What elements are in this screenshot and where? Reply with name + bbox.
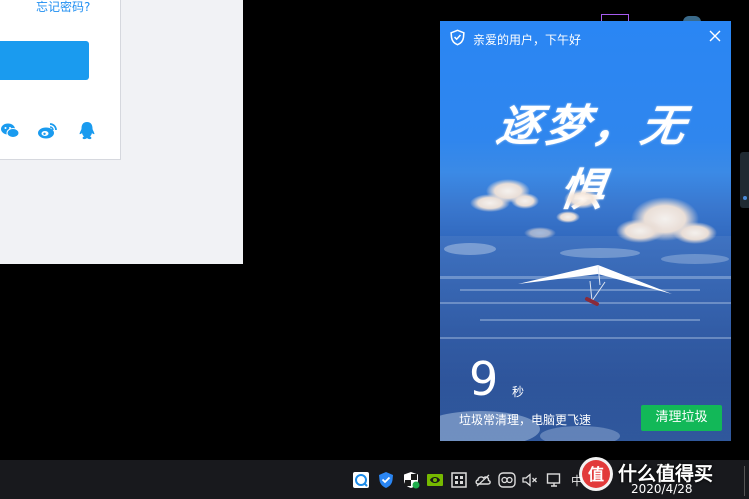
cleanup-popup: 亲爱的用户，下午好 逐梦，无惧 9 秒 垃圾常清理，电脑更飞速 清理垃圾	[440, 21, 731, 441]
login-button[interactable]	[0, 41, 89, 80]
popup-header: 亲爱的用户，下午好	[440, 21, 731, 55]
login-dialog: 忘记密码?	[0, 0, 243, 264]
app-grid-icon[interactable]	[450, 471, 468, 489]
greeting-text: 亲爱的用户，下午好	[473, 33, 582, 47]
login-panel: 忘记密码?	[0, 0, 121, 160]
watermark-text: 什么值得买	[618, 463, 714, 485]
close-icon[interactable]	[708, 29, 722, 43]
side-dock-handle[interactable]	[740, 152, 749, 208]
360-shield-icon[interactable]	[377, 471, 395, 489]
wechat-icon[interactable]	[0, 121, 20, 141]
weibo-icon[interactable]	[37, 121, 57, 141]
show-desktop-button[interactable]	[744, 466, 745, 496]
svg-text:值: 值	[588, 465, 604, 484]
tagline-text: 垃圾常清理，电脑更飞速	[459, 413, 592, 427]
shield-icon	[450, 29, 465, 46]
countdown-number: 9	[469, 352, 499, 406]
watermark: 值 什么值得买	[578, 452, 749, 496]
countdown-unit: 秒	[512, 385, 525, 399]
smzdm-logo-icon: 值	[579, 457, 613, 491]
clean-junk-button[interactable]: 清理垃圾	[641, 405, 722, 431]
windows-security-icon[interactable]	[402, 471, 420, 489]
qq-icon[interactable]	[77, 121, 97, 141]
slogan-banner: 逐梦，无惧	[474, 84, 704, 216]
cloud-icon[interactable]	[474, 471, 492, 489]
forgot-password-link[interactable]: 忘记密码?	[36, 0, 90, 14]
onedrive-sync-icon[interactable]	[352, 471, 370, 489]
network-icon[interactable]	[546, 471, 564, 489]
nvidia-icon[interactable]	[426, 471, 444, 489]
volume-mute-icon[interactable]	[521, 471, 539, 489]
baidu-netdisk-icon[interactable]	[498, 471, 516, 489]
